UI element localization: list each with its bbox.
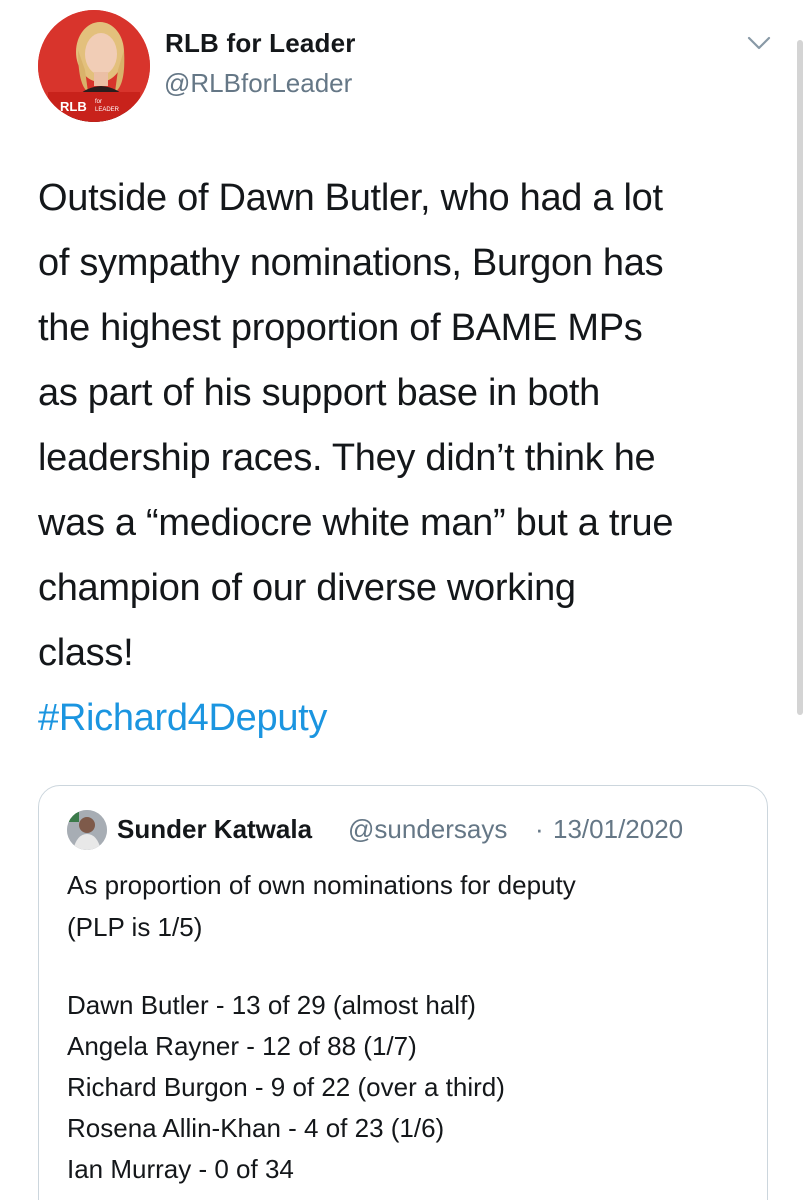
scrollbar[interactable] — [797, 40, 803, 715]
quoted-text-line: (PLP is 1/5) — [67, 912, 203, 942]
quoted-text-line: As proportion of own nominations for dep… — [67, 870, 576, 900]
quoted-text-line: Rosena Allin-Khan - 4 of 23 (1/6) — [67, 1113, 445, 1143]
hashtag-link[interactable]: #Richard4Deputy — [38, 686, 327, 751]
quoted-date[interactable]: 13/01/2020 — [553, 814, 683, 845]
quoted-tweet[interactable]: Sunder Katwala @sundersays · 13/01/2020 … — [38, 785, 768, 1200]
quoted-text-line: Angela Rayner - 12 of 88 (1/7) — [67, 1031, 417, 1061]
quoted-avatar[interactable] — [67, 810, 107, 850]
user-handle[interactable]: @RLBforLeader — [164, 68, 352, 99]
quoted-text-line: Richard Burgon - 9 of 22 (over a third) — [67, 1072, 505, 1102]
avatar-badge-leader: LEADER — [95, 107, 120, 113]
quoted-display-name[interactable]: Sunder Katwala — [117, 814, 312, 845]
tweet-text: Outside of Dawn Butler, who had a lot of… — [38, 177, 674, 674]
avatar[interactable]: RLB for LEADER — [38, 10, 150, 122]
quoted-text-line: Ian Murray - 0 of 34 — [67, 1154, 294, 1184]
tweet-page: RLB for LEADER RLB for Leader @RLBforLea… — [0, 0, 807, 1200]
display-name[interactable]: RLB for Leader — [165, 28, 356, 59]
quoted-handle[interactable]: @sundersays — [348, 814, 507, 845]
avatar-badge-text: RLB — [60, 99, 87, 114]
quoted-text-line: Dawn Butler - 13 of 29 (almost half) — [67, 990, 476, 1020]
chevron-down-icon[interactable] — [745, 33, 773, 53]
quoted-separator: · — [535, 814, 544, 844]
avatar-badge-for: for — [95, 99, 102, 105]
